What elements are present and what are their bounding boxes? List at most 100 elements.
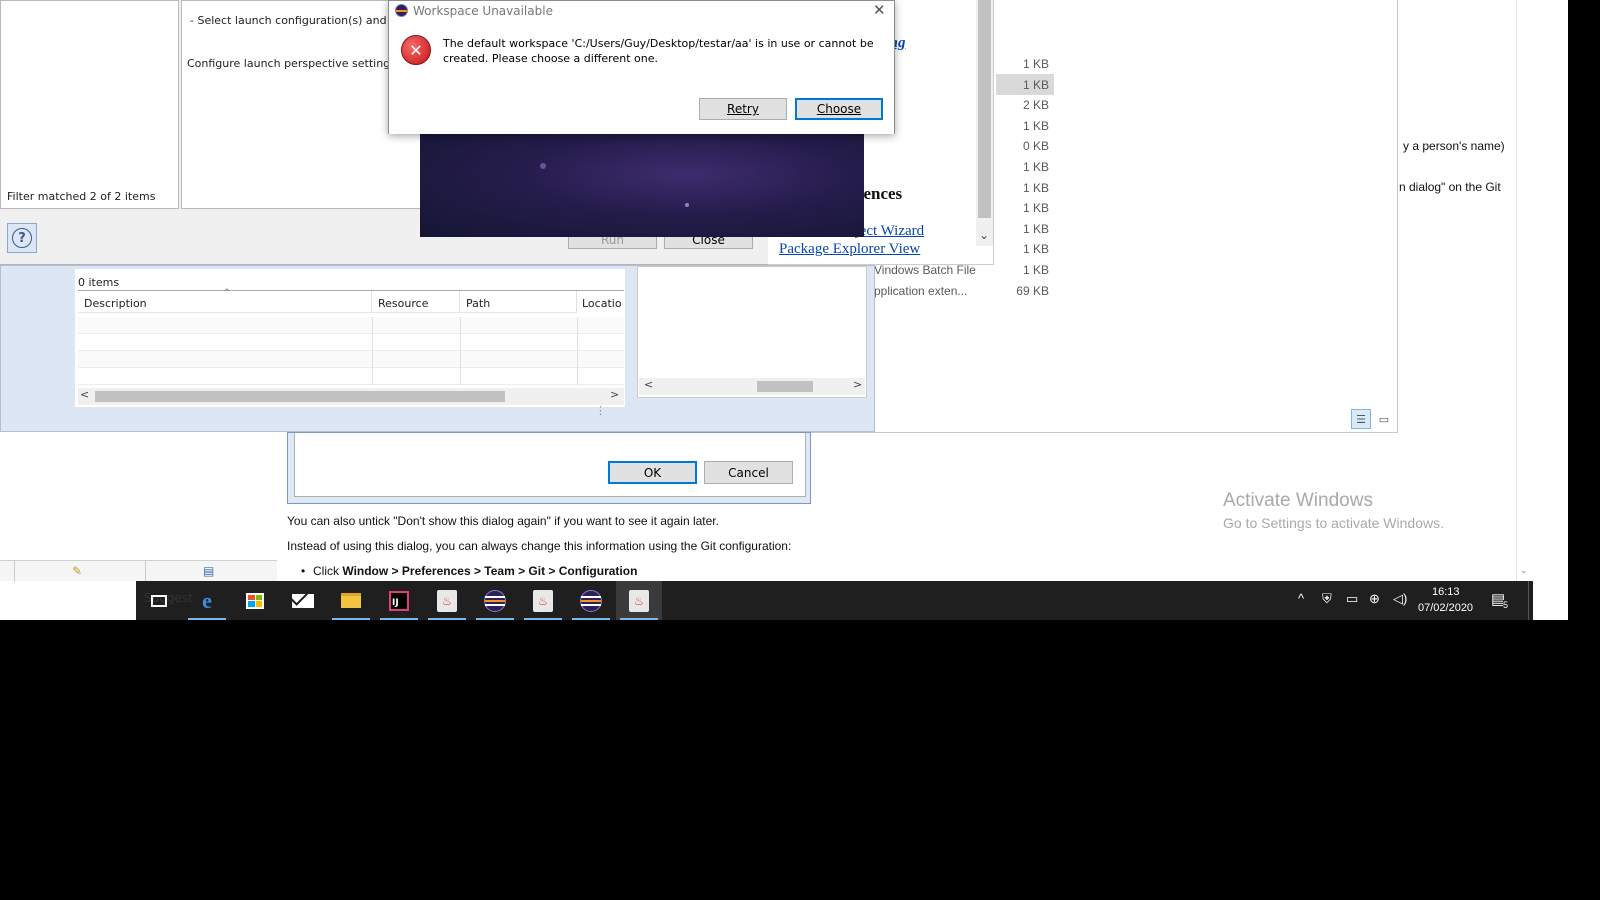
filter-status: Filter matched 2 of 2 items: [7, 190, 156, 203]
problems-view: 0 items Description ^ Resource Path Locat…: [0, 265, 875, 432]
file-size-cell: 1 KB: [1022, 160, 1049, 174]
java-app-icon[interactable]: ♨: [520, 581, 566, 620]
divider: [372, 317, 373, 385]
file-size-cell: 1 KB: [1022, 57, 1049, 71]
scrollbar-thumb[interactable]: [978, 0, 991, 218]
star-decoration: [540, 163, 546, 169]
intellij-icon[interactable]: IJ: [376, 581, 422, 620]
help-fragment-name: y a person's name): [1403, 139, 1505, 153]
help-icon: ?: [12, 228, 32, 248]
help-bullet-path: Window > Preferences > Team > Git > Conf…: [342, 564, 638, 578]
eclipse-icon[interactable]: [568, 581, 614, 620]
taskbar: Suggest e IJ ♨ ♨ ♨ ^ ⛨ ▭ ⊕ ◁) 16:13 07/0…: [136, 581, 1533, 620]
problems-table-header: Description ^ Resource Path Locatio: [78, 288, 624, 313]
file-size-cell: 0 KB: [1022, 139, 1049, 154]
table-row: [78, 334, 624, 351]
star-decoration: [685, 203, 689, 207]
close-icon[interactable]: ✕: [873, 1, 886, 19]
scroll-left-icon[interactable]: <: [80, 388, 89, 401]
problems-hscrollbar[interactable]: < >: [78, 388, 624, 405]
edge-browser-icon[interactable]: e: [184, 581, 230, 620]
scroll-down-icon[interactable]: ⌄: [1520, 566, 1528, 576]
ok-button[interactable]: OK: [608, 461, 697, 484]
help-link-package-explorer[interactable]: Package Explorer View: [779, 241, 920, 258]
table-row: [78, 368, 624, 385]
scroll-right-icon[interactable]: >: [610, 388, 619, 401]
git-identity-dialog: OK Cancel: [287, 432, 811, 504]
security-icon[interactable]: ⛨: [1322, 591, 1332, 607]
error-message-line2: created. Please choose a different one.: [443, 52, 658, 65]
sort-ascending-icon: ^: [223, 288, 231, 298]
file-size-cell: 1 KB: [1022, 77, 1049, 92]
column-path[interactable]: Path: [460, 291, 577, 313]
volume-icon[interactable]: ◁): [1393, 591, 1407, 607]
store-icon[interactable]: [232, 581, 278, 620]
retry-button[interactable]: Retry: [699, 98, 787, 120]
help-paragraph-untick: You can also untick "Don't show this dia…: [287, 514, 719, 528]
scroll-right-icon[interactable]: >: [853, 378, 862, 391]
divider: [460, 317, 461, 385]
help-pane-scrollbar[interactable]: ⌄: [976, 0, 993, 246]
scrollbar-thumb[interactable]: [757, 381, 813, 392]
mail-icon[interactable]: [280, 581, 326, 620]
secondary-panel: < >: [637, 266, 867, 398]
cancel-button[interactable]: Cancel: [704, 461, 793, 484]
column-location[interactable]: Locatio: [577, 291, 623, 313]
divider: [1528, 581, 1529, 620]
help-bullet-prefix: Click: [313, 564, 343, 578]
book-icon[interactable]: ▤: [203, 564, 214, 578]
show-hidden-icons[interactable]: ^: [1298, 591, 1304, 606]
chevron-down-icon[interactable]: ⌄: [979, 228, 989, 242]
sash-handle-icon[interactable]: ⋮: [595, 404, 606, 417]
screen: You can also untick "Don't show this dia…: [0, 0, 1600, 900]
file-type-batch: Vindows Batch File: [874, 263, 976, 277]
file-size-cell: 1 KB: [1022, 242, 1049, 257]
help-button[interactable]: ?: [7, 223, 37, 253]
java-app-icon[interactable]: ♨: [424, 581, 470, 620]
dialog-titlebar: Workspace Unavailable ✕: [389, 1, 894, 21]
network-icon[interactable]: ⊕: [1369, 591, 1380, 607]
problems-table-body: [78, 317, 624, 385]
java-app-icon[interactable]: ♨: [616, 581, 662, 620]
secondary-hscrollbar[interactable]: < >: [639, 378, 865, 395]
details-view-icon[interactable]: ☰: [1351, 409, 1371, 429]
file-explorer-icon[interactable]: [328, 581, 374, 620]
column-description-label: Description: [84, 297, 147, 310]
dialog-title: Workspace Unavailable: [413, 4, 553, 18]
divider: [14, 561, 15, 582]
scroll-left-icon[interactable]: <: [644, 378, 653, 391]
file-size-cell: 1 KB: [1022, 221, 1049, 236]
error-message-line1: The default workspace 'C:/Users/Guy/Desk…: [443, 37, 874, 50]
divider: [577, 317, 578, 385]
desktop: You can also untick "Don't show this dia…: [0, 0, 1568, 620]
column-description[interactable]: Description ^: [78, 288, 372, 313]
dialog-body: ✕ The default workspace 'C:/Users/Guy/De…: [389, 21, 894, 134]
launch-config-tree[interactable]: Filter matched 2 of 2 items: [0, 0, 179, 209]
file-size-cell: 1 KB: [1022, 201, 1049, 216]
tool-icon[interactable]: ✎: [72, 564, 82, 578]
bullet-dot-icon: •: [301, 564, 306, 578]
scrollbar-thumb[interactable]: [95, 391, 505, 402]
clock-time[interactable]: 16:13: [1432, 586, 1460, 598]
eclipse-splash-image: [420, 133, 864, 237]
help-paragraph-config: Instead of using this dialog, you can al…: [287, 539, 792, 553]
help-scrollbar[interactable]: ⌄: [1516, 0, 1533, 582]
large-icons-view-icon[interactable]: ▭: [1374, 409, 1394, 429]
eclipse-icon[interactable]: [472, 581, 518, 620]
file-type-application: pplication exten...: [874, 284, 968, 298]
table-row: [78, 351, 624, 368]
help-fragment-dialog: n dialog" on the Git: [1399, 180, 1501, 194]
file-size-cell: 69 KB: [1016, 283, 1049, 298]
table-row: [78, 317, 624, 334]
column-resource[interactable]: Resource: [372, 291, 460, 313]
battery-icon[interactable]: ▭: [1346, 591, 1358, 607]
choose-button[interactable]: Choose: [795, 98, 883, 120]
problems-count: 0 items: [78, 276, 120, 289]
clock-date[interactable]: 07/02/2020: [1418, 602, 1473, 614]
status-bar: ✎ ▤: [0, 560, 277, 582]
file-size-cell: 2 KB: [1022, 98, 1049, 113]
task-view-icon[interactable]: [136, 581, 182, 620]
divider: [145, 561, 146, 582]
error-icon: ✕: [401, 35, 431, 65]
file-size-cell: 1 KB: [1022, 118, 1049, 133]
